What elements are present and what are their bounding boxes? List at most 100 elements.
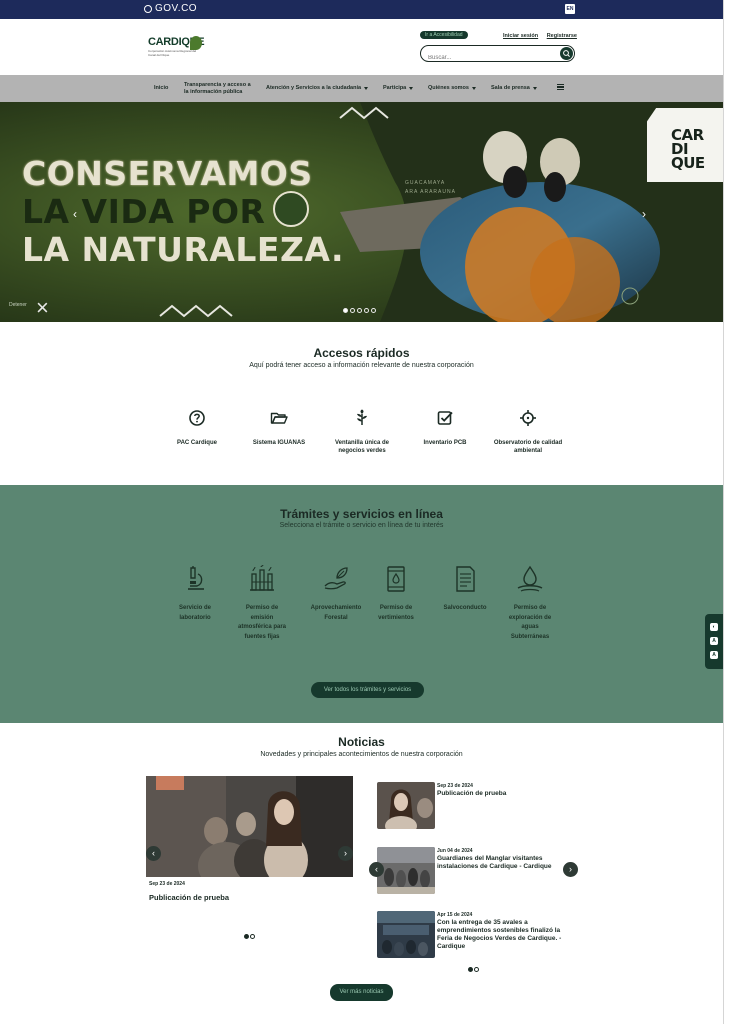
tramites-title: Trámites y servicios en línea: [280, 507, 443, 521]
search-icon: [563, 50, 570, 57]
news-list-carousel-dots: [468, 967, 479, 972]
auth-links: Iniciar sesión Registrarse: [503, 33, 584, 39]
quick-access-observatorio[interactable]: Observatorio de calidad ambiental: [493, 408, 563, 455]
nav-label: Sala de prensa: [491, 85, 530, 91]
gov-co-icon: [144, 4, 152, 13]
nav-label: Inicio: [154, 85, 169, 91]
font-increase-icon[interactable]: A: [710, 651, 718, 659]
quick-access-pac[interactable]: PAC Cardique: [162, 408, 232, 447]
carousel-dot[interactable]: [364, 308, 369, 313]
quick-access-label: Observatorio de calidad ambiental: [493, 440, 563, 454]
search-input[interactable]: [421, 51, 551, 65]
carousel-dot[interactable]: [343, 308, 348, 313]
ver-mas-noticias-button[interactable]: Ver más noticias: [330, 984, 393, 1001]
login-link[interactable]: Iniciar sesión: [503, 33, 538, 39]
tramites-section: Trámites y servicios en línea Selecciona…: [0, 485, 723, 723]
news-list-next-arrow-icon[interactable]: ›: [563, 862, 578, 877]
gov-co-logo[interactable]: GOV.CO: [144, 3, 197, 14]
nav-item-sala-de-prensa[interactable]: Sala de prensa: [491, 75, 537, 102]
quick-access-inventario-pcb[interactable]: Inventario PCB: [410, 408, 480, 447]
factory-icon: [250, 564, 274, 591]
news-list-prev-arrow-icon[interactable]: ‹: [369, 862, 384, 877]
leaf-plant-icon: [357, 409, 367, 425]
barrel-drop-icon: [387, 566, 405, 592]
ver-todos-tramites-button[interactable]: Ver todos los trámites y servicios: [311, 682, 424, 698]
hero-headline-line1: CONSERVAMOS: [22, 154, 313, 193]
tramite-label: Salvoconducto: [443, 605, 487, 611]
noticias-title: Noticias: [338, 735, 385, 749]
news-thumbnail-photo: [377, 782, 435, 829]
featured-news-image[interactable]: ‹ ›: [146, 776, 353, 877]
nav-label: Participa: [383, 85, 407, 91]
folder-open-icon: [270, 412, 288, 424]
tramite-emision-atmosferica[interactable]: Permiso de emisión atmosférica para fuen…: [236, 564, 288, 642]
tramite-salvoconducto[interactable]: Salvoconducto: [439, 564, 491, 614]
carousel-dot[interactable]: [371, 308, 376, 313]
tramite-label: Permiso de exploración de aguas Subterrá…: [508, 605, 552, 640]
search-button[interactable]: [560, 47, 573, 60]
window-edge: [723, 0, 730, 1024]
featured-news-date: Sep 23 de 2024: [149, 881, 185, 887]
hero-pause-button[interactable]: Detener: [9, 302, 27, 308]
tramite-label: Servicio de laboratorio: [178, 605, 211, 621]
carousel-dot[interactable]: [468, 967, 473, 972]
featured-next-arrow-icon[interactable]: ›: [338, 846, 353, 861]
news-title[interactable]: Con la entrega de 35 avales a emprendimi…: [437, 919, 569, 951]
accessibility-pill-button[interactable]: Ir a Accesibilidad: [420, 31, 468, 39]
quick-access-negocios-verdes[interactable]: Ventanilla única de negocios verdes: [327, 408, 397, 455]
carousel-dot[interactable]: [244, 934, 249, 939]
carousel-dot[interactable]: [474, 967, 479, 972]
tramite-vertimientos[interactable]: Permiso de vertimientos: [370, 564, 422, 623]
cardique-logo[interactable]: CARDIQUE Corporación Autónoma Regional d…: [148, 36, 205, 58]
carousel-dot[interactable]: [250, 934, 255, 939]
menu-icon[interactable]: [557, 84, 564, 90]
news-thumbnail[interactable]: [377, 782, 435, 829]
nav-item-participa[interactable]: Participa: [383, 75, 414, 102]
gov-co-label: GOV.CO: [155, 3, 198, 14]
tramite-label: Permiso de emisión atmosférica para fuen…: [237, 605, 287, 640]
accessibility-widget: ◐ A A: [705, 614, 723, 669]
site-header: CARDIQUE Corporación Autónoma Regional d…: [0, 19, 723, 75]
tramite-label: Permiso de vertimientos: [378, 605, 414, 621]
hero-prev-arrow-icon[interactable]: ‹: [73, 208, 81, 220]
tramite-aprovechamiento-forestal[interactable]: Aprovechamiento Forestal: [310, 564, 362, 623]
carousel-dot[interactable]: [357, 308, 362, 313]
main-nav: Inicio Transparencia y acceso a la infor…: [0, 75, 723, 102]
chevron-down-icon: [471, 87, 476, 90]
hero-next-arrow-icon[interactable]: ›: [642, 208, 650, 220]
news-thumbnail[interactable]: [377, 847, 435, 894]
close-icon[interactable]: ×: [36, 297, 49, 319]
news-thumbnail[interactable]: [377, 911, 435, 958]
carousel-dot[interactable]: [350, 308, 355, 313]
nav-item-transparencia[interactable]: Transparencia y acceso a la información …: [184, 75, 256, 102]
tramite-label: Aprovechamiento Forestal: [310, 605, 362, 621]
tramite-aguas-subterraneas[interactable]: Permiso de exploración de aguas Subterrá…: [504, 564, 556, 642]
nav-item-inicio[interactable]: Inicio: [154, 75, 168, 102]
accesos-title: Accesos rápidos: [313, 346, 410, 360]
noticias-subtitle: Novedades y principales acontecimientos …: [260, 751, 463, 758]
microscope-icon: [188, 566, 204, 590]
caption-scientific-name: ARA ARARAUNA: [405, 189, 456, 195]
tramite-laboratorio[interactable]: Servicio de laboratorio: [169, 564, 221, 623]
nav-item-quienes-somos[interactable]: Quiénes somos: [428, 75, 476, 102]
nav-label: Transparencia y acceso a la información …: [184, 81, 251, 95]
crosshair-icon: [520, 410, 536, 426]
hero-species-caption: GUACAMAYA ARA ARARAUNA: [405, 179, 456, 197]
document-icon: [456, 566, 475, 592]
news-title[interactable]: Publicación de prueba: [437, 790, 569, 798]
font-decrease-icon[interactable]: A: [710, 637, 718, 645]
quick-access-iguanas[interactable]: Sistema IGUANAS: [244, 408, 314, 447]
nav-item-atencion[interactable]: Atención y Servicios a la ciudadanía: [266, 75, 369, 102]
contrast-icon[interactable]: ◐: [710, 623, 718, 631]
featured-news-photo: [146, 776, 353, 877]
water-drop-icon: [517, 565, 543, 592]
logo-subtitle: Corporación Autónoma Regional del Canal …: [148, 49, 197, 57]
quick-access-label: Inventario PCB: [423, 440, 467, 446]
featured-news-title[interactable]: Publicación de prueba: [149, 894, 229, 902]
language-toggle-button[interactable]: EN: [565, 4, 575, 14]
badge-text: CAR DI QUE: [671, 126, 705, 172]
featured-prev-arrow-icon[interactable]: ‹: [146, 846, 161, 861]
register-link[interactable]: Registrarse: [547, 33, 577, 39]
news-title[interactable]: Guardianes del Manglar visitantes instal…: [437, 855, 561, 871]
quick-access-label: PAC Cardique: [177, 440, 217, 446]
